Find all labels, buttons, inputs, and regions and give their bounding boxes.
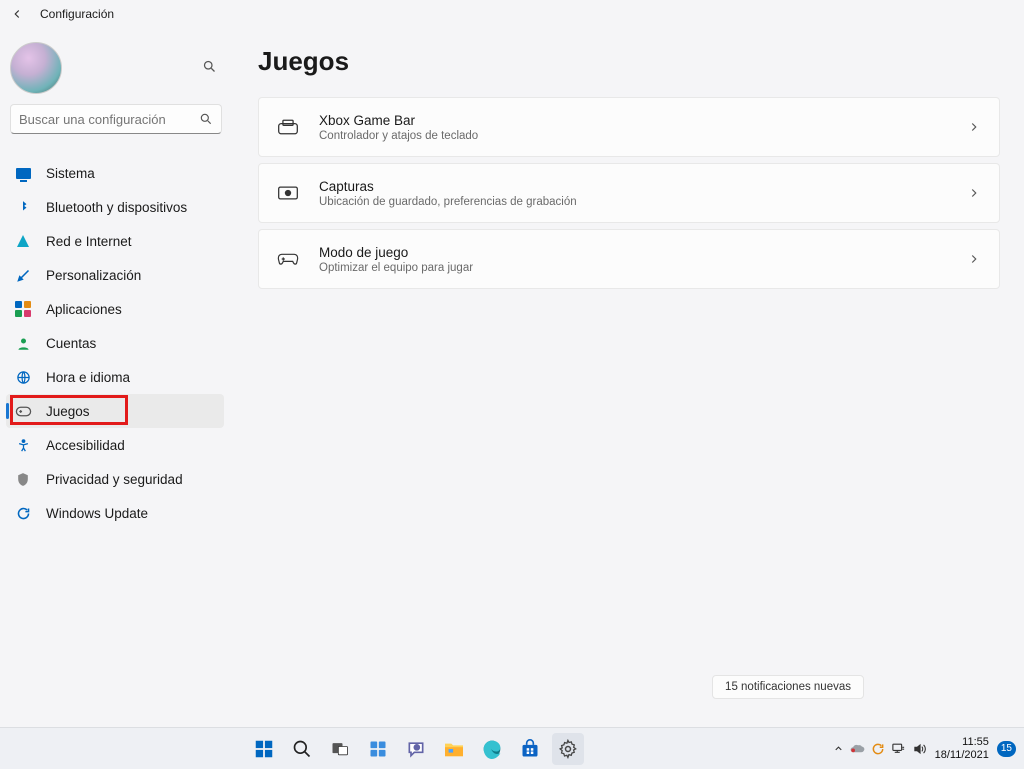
sidebar-item-label: Accesibilidad bbox=[46, 438, 125, 453]
sidebar-item-juegos[interactable]: Juegos bbox=[6, 394, 224, 428]
sidebar-item-sistema[interactable]: Sistema bbox=[6, 156, 224, 190]
shield-icon bbox=[14, 470, 32, 488]
update-icon bbox=[14, 504, 32, 522]
search-input[interactable] bbox=[19, 112, 199, 127]
badge-count: 15 bbox=[1001, 743, 1012, 754]
content-area: Sistema Bluetooth y dispositivos Red e I… bbox=[0, 28, 1024, 727]
sidebar-item-windows-update[interactable]: Windows Update bbox=[6, 496, 224, 530]
explorer-icon[interactable] bbox=[438, 733, 470, 765]
volume-icon[interactable] bbox=[912, 742, 927, 756]
clock-time: 11:55 bbox=[935, 736, 989, 749]
card-capturas[interactable]: Capturas Ubicación de guardado, preferen… bbox=[258, 163, 1000, 223]
gamepad-icon bbox=[14, 402, 32, 420]
taskbar-clock[interactable]: 11:55 18/11/2021 bbox=[935, 736, 989, 762]
edge-icon[interactable] bbox=[476, 733, 508, 765]
page-title: Juegos bbox=[258, 46, 1000, 77]
gamemode-icon bbox=[277, 248, 299, 270]
sidebar-item-label: Red e Internet bbox=[46, 234, 132, 249]
sidebar-item-label: Aplicaciones bbox=[46, 302, 122, 317]
notifications-toast[interactable]: 15 notificaciones nuevas bbox=[712, 675, 864, 699]
app-title: Configuración bbox=[40, 7, 114, 21]
sidebar-item-label: Hora e idioma bbox=[46, 370, 130, 385]
taskview-icon[interactable] bbox=[324, 733, 356, 765]
main-panel: Juegos Xbox Game Bar Controlador y atajo… bbox=[230, 28, 1024, 727]
sidebar-item-label: Privacidad y seguridad bbox=[46, 472, 183, 487]
sidebar-item-label: Windows Update bbox=[46, 506, 148, 521]
taskbar-right: 11:55 18/11/2021 15 bbox=[833, 736, 1024, 762]
sidebar: Sistema Bluetooth y dispositivos Red e I… bbox=[0, 28, 230, 727]
card-modo-de-juego[interactable]: Modo de juego Optimizar el equipo para j… bbox=[258, 229, 1000, 289]
chevron-right-icon bbox=[967, 252, 981, 266]
titlebar: Configuración bbox=[0, 0, 1024, 28]
card-texts: Capturas Ubicación de guardado, preferen… bbox=[319, 179, 967, 208]
card-description: Optimizar el equipo para jugar bbox=[319, 262, 967, 274]
sidebar-item-wrap-juegos: Juegos bbox=[6, 394, 224, 428]
widgets-icon[interactable] bbox=[362, 733, 394, 765]
account-icon bbox=[14, 334, 32, 352]
sidebar-item-label: Juegos bbox=[46, 404, 90, 419]
sidebar-item-cuentas[interactable]: Cuentas bbox=[6, 326, 224, 360]
network-tray-icon[interactable] bbox=[891, 742, 906, 755]
settings-icon[interactable] bbox=[552, 733, 584, 765]
gamebar-icon bbox=[277, 116, 299, 138]
sidebar-item-hora-idioma[interactable]: Hora e idioma bbox=[6, 360, 224, 394]
sidebar-search[interactable] bbox=[10, 104, 222, 134]
system-icon bbox=[14, 164, 32, 182]
card-xbox-game-bar[interactable]: Xbox Game Bar Controlador y atajos de te… bbox=[258, 97, 1000, 157]
chat-icon[interactable] bbox=[400, 733, 432, 765]
account-name-blurred bbox=[70, 59, 202, 77]
card-description: Ubicación de guardado, preferencias de g… bbox=[319, 196, 967, 208]
card-title: Xbox Game Bar bbox=[319, 113, 967, 128]
wifi-icon bbox=[14, 232, 32, 250]
toast-text: 15 notificaciones nuevas bbox=[725, 681, 851, 693]
chevron-right-icon bbox=[967, 120, 981, 134]
search-icon bbox=[199, 112, 213, 126]
sidebar-item-red[interactable]: Red e Internet bbox=[6, 224, 224, 258]
sidebar-item-bluetooth[interactable]: Bluetooth y dispositivos bbox=[6, 190, 224, 224]
chevron-up-icon[interactable] bbox=[833, 743, 844, 754]
search-icon[interactable] bbox=[202, 59, 220, 77]
card-texts: Modo de juego Optimizar el equipo para j… bbox=[319, 245, 967, 274]
taskbar-center bbox=[0, 733, 833, 765]
card-title: Modo de juego bbox=[319, 245, 967, 260]
notifications-badge[interactable]: 15 bbox=[997, 741, 1016, 757]
sidebar-item-label: Bluetooth y dispositivos bbox=[46, 200, 187, 215]
apps-icon bbox=[14, 300, 32, 318]
chevron-right-icon bbox=[967, 186, 981, 200]
tray-icons bbox=[833, 742, 927, 756]
sidebar-item-label: Sistema bbox=[46, 166, 95, 181]
sidebar-item-privacidad[interactable]: Privacidad y seguridad bbox=[6, 462, 224, 496]
onedrive-icon[interactable] bbox=[850, 743, 865, 754]
accessibility-icon bbox=[14, 436, 32, 454]
store-icon[interactable] bbox=[514, 733, 546, 765]
sidebar-item-personalizacion[interactable]: Personalización bbox=[6, 258, 224, 292]
card-title: Capturas bbox=[319, 179, 967, 194]
card-description: Controlador y atajos de teclado bbox=[319, 130, 967, 142]
sidebar-item-accesibilidad[interactable]: Accesibilidad bbox=[6, 428, 224, 462]
card-texts: Xbox Game Bar Controlador y atajos de te… bbox=[319, 113, 967, 142]
taskbar: 11:55 18/11/2021 15 bbox=[0, 727, 1024, 769]
search-icon[interactable] bbox=[286, 733, 318, 765]
avatar bbox=[10, 42, 62, 94]
update-tray-icon[interactable] bbox=[871, 742, 885, 756]
bluetooth-icon bbox=[14, 198, 32, 216]
account-row[interactable] bbox=[6, 36, 224, 104]
sidebar-nav: Sistema Bluetooth y dispositivos Red e I… bbox=[6, 156, 224, 530]
sidebar-item-label: Personalización bbox=[46, 268, 141, 283]
settings-window: Configuración Sistema bbox=[0, 0, 1024, 769]
back-button[interactable] bbox=[10, 7, 24, 21]
brush-icon bbox=[14, 266, 32, 284]
sidebar-item-aplicaciones[interactable]: Aplicaciones bbox=[6, 292, 224, 326]
sidebar-item-label: Cuentas bbox=[46, 336, 96, 351]
clock-date: 18/11/2021 bbox=[935, 749, 989, 762]
start-icon[interactable] bbox=[248, 733, 280, 765]
captures-icon bbox=[277, 182, 299, 204]
globe-clock-icon bbox=[14, 368, 32, 386]
